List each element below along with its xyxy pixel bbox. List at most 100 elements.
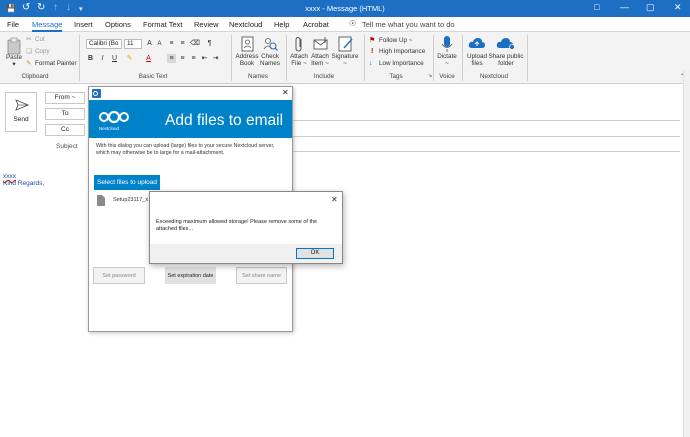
format-painter-button[interactable]: Format Painter (35, 60, 77, 67)
body-line-2[interactable]: Kind Regards, (3, 180, 44, 187)
address-book-icon[interactable] (239, 36, 255, 52)
align-left-icon[interactable]: ≡ (167, 54, 176, 63)
highlight-icon[interactable]: ✎ (125, 54, 134, 63)
ribbon-separator (462, 35, 463, 81)
styles-icon[interactable]: ¶ (205, 39, 214, 48)
set-expiration-button[interactable]: Set expiration date (165, 267, 216, 284)
tell-me-search[interactable]: Tell me what you want to do (362, 20, 455, 29)
dialog-description: With this dialog you can upload (large) … (96, 143, 275, 156)
numbering-icon[interactable]: ≡ (178, 39, 187, 48)
group-label-nextcloud: Nextcloud (479, 73, 508, 80)
menu-tabs: File Message Insert Options Format Text … (0, 17, 690, 32)
tab-acrobat[interactable]: Acrobat (303, 20, 329, 29)
select-files-button[interactable]: Select files to upload (94, 175, 160, 190)
low-importance-icon[interactable]: ↓ (369, 60, 373, 67)
cloud-share-icon[interactable] (496, 36, 516, 50)
paste-dropdown-icon[interactable]: ▾ (10, 61, 18, 68)
grow-font-icon[interactable]: A (145, 39, 154, 48)
ribbon-separator (527, 35, 528, 81)
set-share-name-button[interactable]: Set share name (236, 267, 287, 284)
font-color-icon[interactable]: A (144, 54, 153, 63)
dictate-label-2: ~ (445, 60, 449, 67)
italic-button[interactable]: I (98, 54, 107, 63)
cut-icon[interactable]: ✂ (26, 36, 31, 43)
cut-button[interactable]: Cut (35, 36, 45, 43)
signature-icon[interactable] (338, 36, 354, 52)
cloud-upload-icon[interactable] (468, 36, 486, 50)
maximize-icon[interactable]: ▢ (646, 2, 655, 13)
share-folder-label-2: folder (498, 60, 514, 67)
attach-item-icon[interactable] (313, 36, 329, 52)
paste-icon[interactable] (6, 37, 22, 55)
dictate-button[interactable]: Dictate ~ (435, 53, 459, 67)
check-names-label-1: Check (261, 53, 279, 60)
send-label: Send (13, 116, 29, 123)
ribbon-separator (79, 35, 80, 81)
from-button[interactable]: From ~ (45, 92, 85, 104)
high-importance-button[interactable]: High Importance (379, 48, 425, 55)
signature-button[interactable]: Signature ~ (330, 53, 360, 67)
tab-help[interactable]: Help (274, 20, 289, 29)
tags-dialog-launcher-icon[interactable]: ↘ (428, 73, 432, 79)
bold-button[interactable]: B (86, 54, 95, 63)
minimize-icon[interactable]: — (620, 2, 629, 12)
cc-button[interactable]: Cc (45, 124, 85, 136)
microphone-icon[interactable] (441, 35, 453, 53)
bullets-icon[interactable]: ≡ (167, 39, 176, 48)
check-names-button[interactable]: Check Names (257, 53, 283, 67)
body-line-1[interactable]: xxxx (3, 173, 16, 180)
font-family-select[interactable]: Calibri (Bo (86, 39, 122, 49)
signature-label-1: Signature (331, 53, 359, 60)
low-importance-button[interactable]: Low Importance (379, 60, 424, 67)
tab-nextcloud[interactable]: Nextcloud (229, 20, 262, 29)
vertical-scrollbar[interactable] (683, 70, 690, 437)
increase-indent-icon[interactable]: ⇥ (211, 54, 220, 63)
tab-insert[interactable]: Insert (74, 20, 93, 29)
send-button[interactable]: Send (5, 92, 37, 132)
align-right-icon[interactable]: ≡ (189, 54, 198, 63)
shrink-font-icon[interactable]: A (155, 40, 164, 49)
ribbon: Paste ▾ ✂ Cut ❏ Copy ✎ Format Painter Cl… (0, 32, 690, 84)
check-names-icon[interactable] (262, 36, 278, 52)
format-painter-icon[interactable]: ✎ (26, 60, 31, 67)
to-button[interactable]: To (45, 108, 85, 120)
align-center-icon[interactable]: ≡ (178, 54, 187, 63)
underline-button[interactable]: U (110, 54, 119, 63)
decrease-indent-icon[interactable]: ⇤ (200, 54, 209, 63)
nextcloud-brand: Nextcloud (99, 126, 120, 131)
paperclip-icon[interactable] (292, 35, 306, 53)
ok-button[interactable]: OK (296, 248, 334, 259)
tab-message[interactable]: Message (32, 20, 63, 32)
close-icon[interactable]: ✕ (674, 2, 682, 13)
nextcloud-header: Nextcloud Add files to email (89, 100, 292, 138)
ribbon-display-icon[interactable]: □ (594, 2, 599, 12)
high-importance-icon[interactable]: ! (371, 48, 373, 55)
copy-button[interactable]: Copy (35, 48, 50, 55)
attach-item-button[interactable]: Attach Item ~ (308, 53, 332, 67)
tab-options[interactable]: Options (105, 20, 131, 29)
file-name: Setup23117_x (113, 197, 149, 203)
tab-file[interactable]: File (7, 20, 19, 29)
msgbox-close-icon[interactable]: ✕ (331, 195, 338, 204)
outlook-icon (92, 89, 101, 98)
paste-button[interactable]: Paste (4, 54, 24, 61)
title-bar: 💾 ↺ ↻ ↑ ↓ ▾ xxxx - Message (HTML) □ — ▢ … (0, 0, 690, 17)
dialog-close-icon[interactable]: ✕ (282, 88, 289, 97)
error-message: Exceeding maximum allowed storage! Pleas… (156, 219, 318, 232)
tab-format-text[interactable]: Format Text (143, 20, 182, 29)
dialog-titlebar: ✕ (89, 87, 292, 100)
clear-format-icon[interactable]: ⌫ (190, 39, 200, 48)
tab-review[interactable]: Review (194, 20, 219, 29)
font-size-select[interactable]: 11 (124, 39, 142, 49)
flag-icon[interactable]: ⚑ (369, 36, 375, 44)
share-public-folder-button[interactable]: Share public folder (487, 53, 525, 67)
ribbon-separator (433, 35, 434, 81)
ribbon-separator (231, 35, 232, 81)
subject-label: Subject (56, 143, 78, 150)
group-label-basic-text: Basic Text (138, 73, 168, 80)
group-label-clipboard: Clipboard (21, 73, 49, 80)
msgbox-footer: OK (150, 244, 342, 263)
follow-up-button[interactable]: Follow Up ~ (379, 37, 412, 44)
copy-icon[interactable]: ❏ (26, 48, 32, 55)
set-password-button[interactable]: Set password (93, 267, 145, 284)
